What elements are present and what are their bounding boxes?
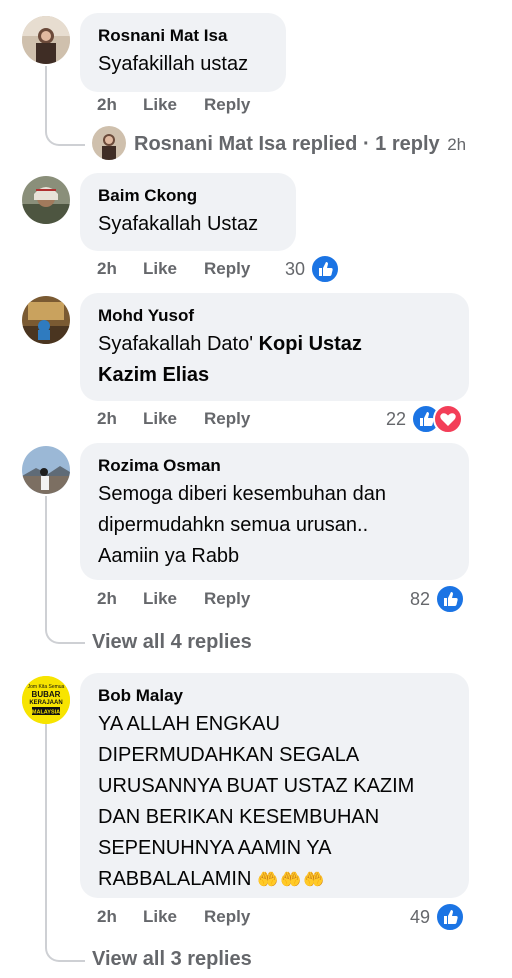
comment-author[interactable]: Rosnani Mat Isa — [98, 25, 268, 47]
comment-actions: 2h Like Reply — [97, 906, 250, 928]
reply-button[interactable]: Reply — [204, 94, 250, 116]
praying-hands-emoji: 🤲🤲🤲 — [256, 870, 327, 889]
view-replies-link[interactable]: View all 4 replies — [92, 628, 252, 656]
comment-text-plain: Syafakallah Dato' — [98, 333, 254, 355]
comment-line: Aamiin ya Rabb — [98, 545, 240, 567]
thread-line — [45, 724, 85, 962]
avatar[interactable] — [22, 446, 70, 494]
like-button[interactable]: Like — [143, 94, 204, 116]
avatar[interactable] — [22, 176, 70, 224]
comment-time[interactable]: 2h — [97, 588, 143, 610]
comment-line: YA ALLAH ENGKAU — [98, 713, 280, 735]
reaction-number: 30 — [285, 259, 306, 279]
comment-author[interactable]: Mohd Yusof — [98, 305, 451, 327]
like-reaction-icon — [435, 902, 466, 932]
comment-time[interactable]: 2h — [97, 408, 143, 430]
comment-bubble: Baim Ckong Syafakallah Ustaz — [80, 173, 296, 251]
avatar-text: BUBAR — [32, 690, 61, 699]
comment-author[interactable]: Rozima Osman — [98, 455, 451, 477]
comment-bubble: Bob Malay YA ALLAH ENGKAU DIPERMUDAHKAN … — [80, 673, 469, 898]
comment-actions: 2h Like Reply — [97, 94, 250, 116]
comment-time[interactable]: 2h — [97, 258, 143, 280]
like-button[interactable]: Like — [143, 906, 204, 928]
reaction-count[interactable]: 49 — [410, 902, 466, 932]
comment-line: URUSANNYA BUAT USTAZ KAZIM — [98, 775, 415, 797]
reply-button[interactable]: Reply — [204, 258, 250, 280]
reply-time: 2h — [447, 135, 467, 154]
reply-button[interactable]: Reply — [204, 588, 250, 610]
reply-summary-text[interactable]: Rosnani Mat Isa replied — [134, 133, 357, 155]
comment-line: DAN BERIKAN KESEMBUHAN — [98, 806, 380, 828]
reaction-count[interactable]: 22 — [386, 404, 464, 434]
reply-summary[interactable]: Rosnani Mat Isa replied · 1 reply 2h — [134, 130, 466, 158]
reply-count[interactable]: 1 reply — [375, 133, 439, 155]
comment-time[interactable]: 2h — [97, 906, 143, 928]
reaction-count[interactable]: 30 — [285, 254, 341, 284]
reaction-number: 22 — [386, 409, 407, 429]
comment-bubble: Rosnani Mat Isa Syafakillah ustaz — [80, 13, 286, 92]
comment-line: DIPERMUDAHKAN SEGALA — [98, 744, 360, 766]
comment-line: SEPENUHNYA AAMIN YA — [98, 837, 332, 859]
comment-text: YA ALLAH ENGKAU DIPERMUDAHKAN SEGALA URU… — [98, 709, 451, 895]
reaction-number: 49 — [410, 907, 431, 927]
comment-actions: 2h Like Reply — [97, 258, 250, 280]
avatar-text: MALAYSIA — [32, 710, 60, 716]
reaction-count[interactable]: 82 — [410, 584, 466, 614]
comment-text: Syafakillah ustaz — [98, 53, 249, 75]
like-reaction-icon — [435, 584, 466, 614]
avatar[interactable] — [22, 296, 70, 344]
comment-line: dipermudahkn semua urusan.. — [98, 514, 369, 536]
comment-text: Syafakallah Dato' Kopi Ustaz Kazim Elias — [98, 329, 451, 391]
comment-text: Semoga diberi kesembuhan dan dipermudahk… — [98, 479, 451, 572]
love-reaction-icon — [433, 404, 464, 434]
view-replies-link[interactable]: View all 3 replies — [92, 945, 252, 973]
comment-line: Semoga diberi kesembuhan dan — [98, 483, 386, 505]
comment-author[interactable]: Bob Malay — [98, 685, 451, 707]
like-button[interactable]: Like — [143, 408, 204, 430]
comment-author[interactable]: Baim Ckong — [98, 185, 278, 207]
reply-button[interactable]: Reply — [204, 408, 250, 430]
comment-time[interactable]: 2h — [97, 94, 143, 116]
comment-bubble: Rozima Osman Semoga diberi kesembuhan da… — [80, 443, 469, 580]
comment-actions: 2h Like Reply — [97, 408, 250, 430]
like-button[interactable]: Like — [143, 588, 204, 610]
like-button[interactable]: Like — [143, 258, 204, 280]
thread-line — [45, 66, 85, 146]
mention-tag[interactable]: Kazim Elias — [98, 364, 209, 386]
comment-actions: 2h Like Reply — [97, 588, 250, 610]
avatar[interactable] — [22, 16, 70, 64]
like-reaction-icon — [310, 254, 341, 284]
avatar[interactable] — [92, 126, 126, 160]
reaction-number: 82 — [410, 589, 431, 609]
thread-line — [45, 496, 85, 644]
mention-tag[interactable]: Kopi Ustaz — [259, 333, 362, 355]
comment-text: Syafakallah Ustaz — [98, 213, 259, 235]
avatar-text: KERAJAAN — [29, 700, 62, 706]
comment-line: RABBALALAMIN 🤲🤲🤲 — [98, 864, 451, 895]
comment-bubble: Mohd Yusof Syafakallah Dato' Kopi Ustaz … — [80, 293, 469, 401]
separator: · — [357, 133, 376, 155]
avatar[interactable]: Jom Kita Semua BUBAR KERAJAAN MALAYSIA — [22, 676, 70, 724]
comment-line-text: RABBALALAMIN — [98, 868, 252, 890]
reply-button[interactable]: Reply — [204, 906, 250, 928]
